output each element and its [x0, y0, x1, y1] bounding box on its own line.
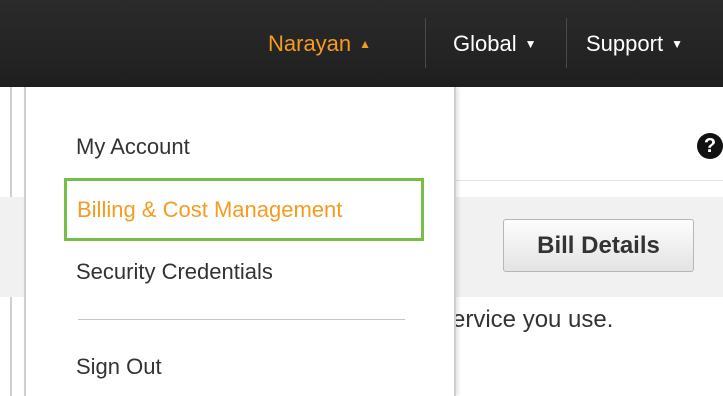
caret-down-icon: ▼: [524, 36, 537, 51]
menu-item-sign-out[interactable]: Sign Out: [76, 354, 162, 380]
content-divider: [455, 180, 723, 181]
bill-details-button[interactable]: Bill Details: [503, 219, 694, 272]
support-menu-toggle[interactable]: Support ▼: [586, 0, 683, 87]
region-label: Global: [453, 30, 517, 56]
nav-divider: [425, 18, 426, 68]
top-navigation-bar: Narayan ▲ Global ▼ Support ▼: [0, 0, 723, 87]
help-icon[interactable]: ?: [697, 133, 723, 159]
account-menu-toggle[interactable]: Narayan ▲: [268, 0, 371, 87]
account-dropdown-menu: My Account Billing & Cost Management Sec…: [24, 87, 456, 396]
menu-item-security-credentials[interactable]: Security Credentials: [76, 259, 273, 285]
menu-item-my-account[interactable]: My Account: [76, 134, 190, 160]
nav-divider: [566, 18, 567, 68]
menu-item-billing-cost-management[interactable]: Billing & Cost Management: [64, 178, 424, 241]
caret-up-icon: ▲: [359, 36, 372, 51]
region-menu-toggle[interactable]: Global ▼: [453, 0, 536, 87]
caret-down-icon: ▼: [671, 36, 683, 51]
support-label: Support: [586, 30, 664, 56]
menu-divider: [78, 319, 405, 320]
service-description-text: service you use.: [440, 306, 614, 333]
account-name-label: Narayan: [268, 30, 352, 56]
